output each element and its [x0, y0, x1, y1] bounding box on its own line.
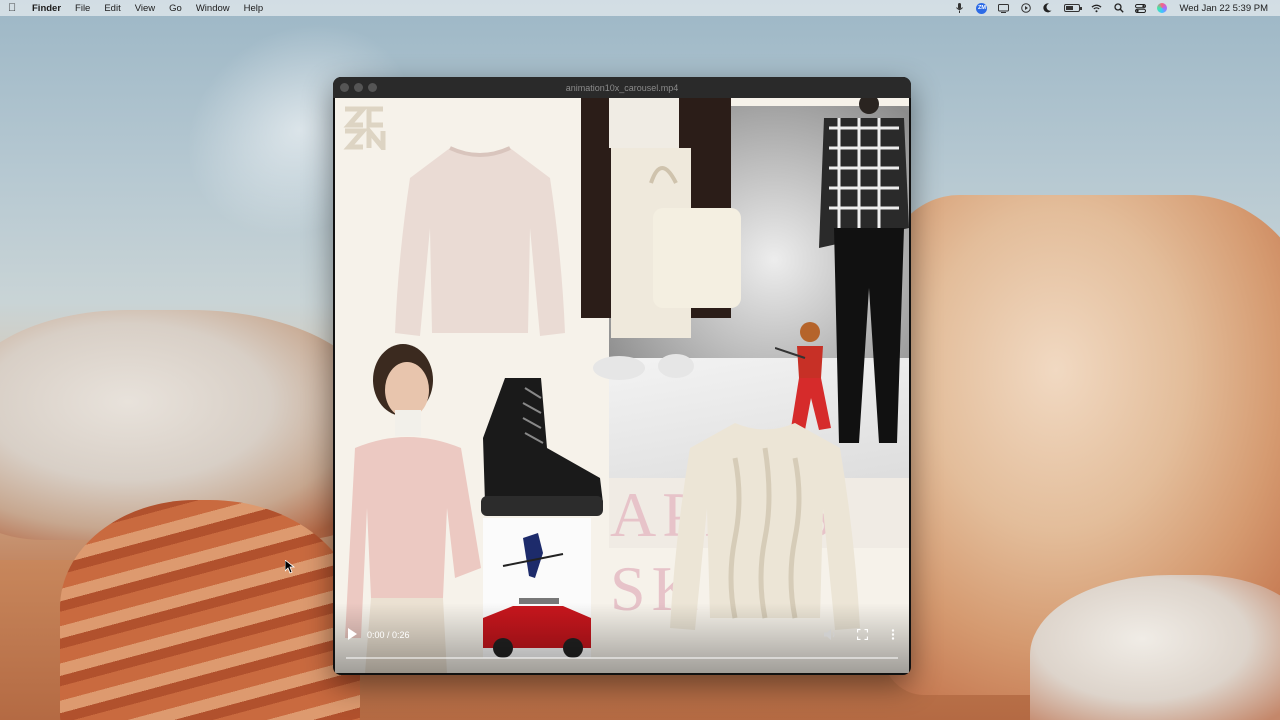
menu-edit[interactable]: Edit: [104, 3, 120, 14]
status-area: ZM Wed Jan 22 5:39 PM: [943, 2, 1272, 14]
menu-go[interactable]: Go: [169, 3, 182, 14]
zoom-button[interactable]: [368, 83, 377, 92]
apple-menu-icon[interactable]: : [8, 2, 18, 14]
wifi-icon[interactable]: [1091, 3, 1102, 13]
control-center-icon[interactable]: [1135, 3, 1147, 13]
menu-window[interactable]: Window: [196, 3, 230, 14]
close-button[interactable]: [340, 83, 349, 92]
menu-app-name[interactable]: Finder: [32, 3, 61, 14]
menu-help[interactable]: Help: [244, 3, 264, 14]
more-options-icon[interactable]: [886, 627, 900, 641]
time-display: 0:00 / 0:26: [367, 630, 410, 640]
pink-mohair-sweater-image: [395, 146, 565, 336]
siri-icon[interactable]: [1157, 3, 1168, 13]
video-frame[interactable]: APRÈS SK: [335, 98, 909, 673]
brand-logo: [343, 106, 387, 155]
progress-bar[interactable]: [346, 657, 898, 659]
video-player-window: animation10x_carousel.mp4 APRÈS SK: [333, 77, 911, 675]
moon-icon[interactable]: [1042, 3, 1053, 13]
black-lace-up-boot-image: [481, 378, 603, 516]
window-titlebar[interactable]: animation10x_carousel.mp4: [333, 77, 911, 98]
microphone-icon[interactable]: [954, 3, 965, 13]
fullscreen-icon[interactable]: [855, 627, 869, 641]
menubar-clock[interactable]: Wed Jan 22 5:39 PM: [1179, 3, 1268, 14]
window-title: animation10x_carousel.mp4: [565, 82, 679, 93]
person-with-bag-image: [581, 98, 741, 380]
zoom-icon[interactable]: ZM: [976, 2, 988, 14]
window-controls: [340, 83, 382, 92]
play-circle-icon[interactable]: [1020, 3, 1031, 13]
menu-bar:  Finder File Edit View Go Window Help Z…: [0, 0, 1280, 16]
volume-icon[interactable]: [823, 627, 837, 641]
battery-icon[interactable]: [1064, 4, 1083, 12]
mouse-cursor-icon: [285, 560, 295, 574]
battery-level: [1066, 6, 1074, 10]
play-button[interactable]: [347, 628, 357, 640]
menu-file[interactable]: File: [75, 3, 90, 14]
minimize-button[interactable]: [354, 83, 363, 92]
menu-view[interactable]: View: [135, 3, 155, 14]
screen-mirror-icon[interactable]: [998, 3, 1010, 13]
search-icon[interactable]: [1113, 3, 1124, 13]
